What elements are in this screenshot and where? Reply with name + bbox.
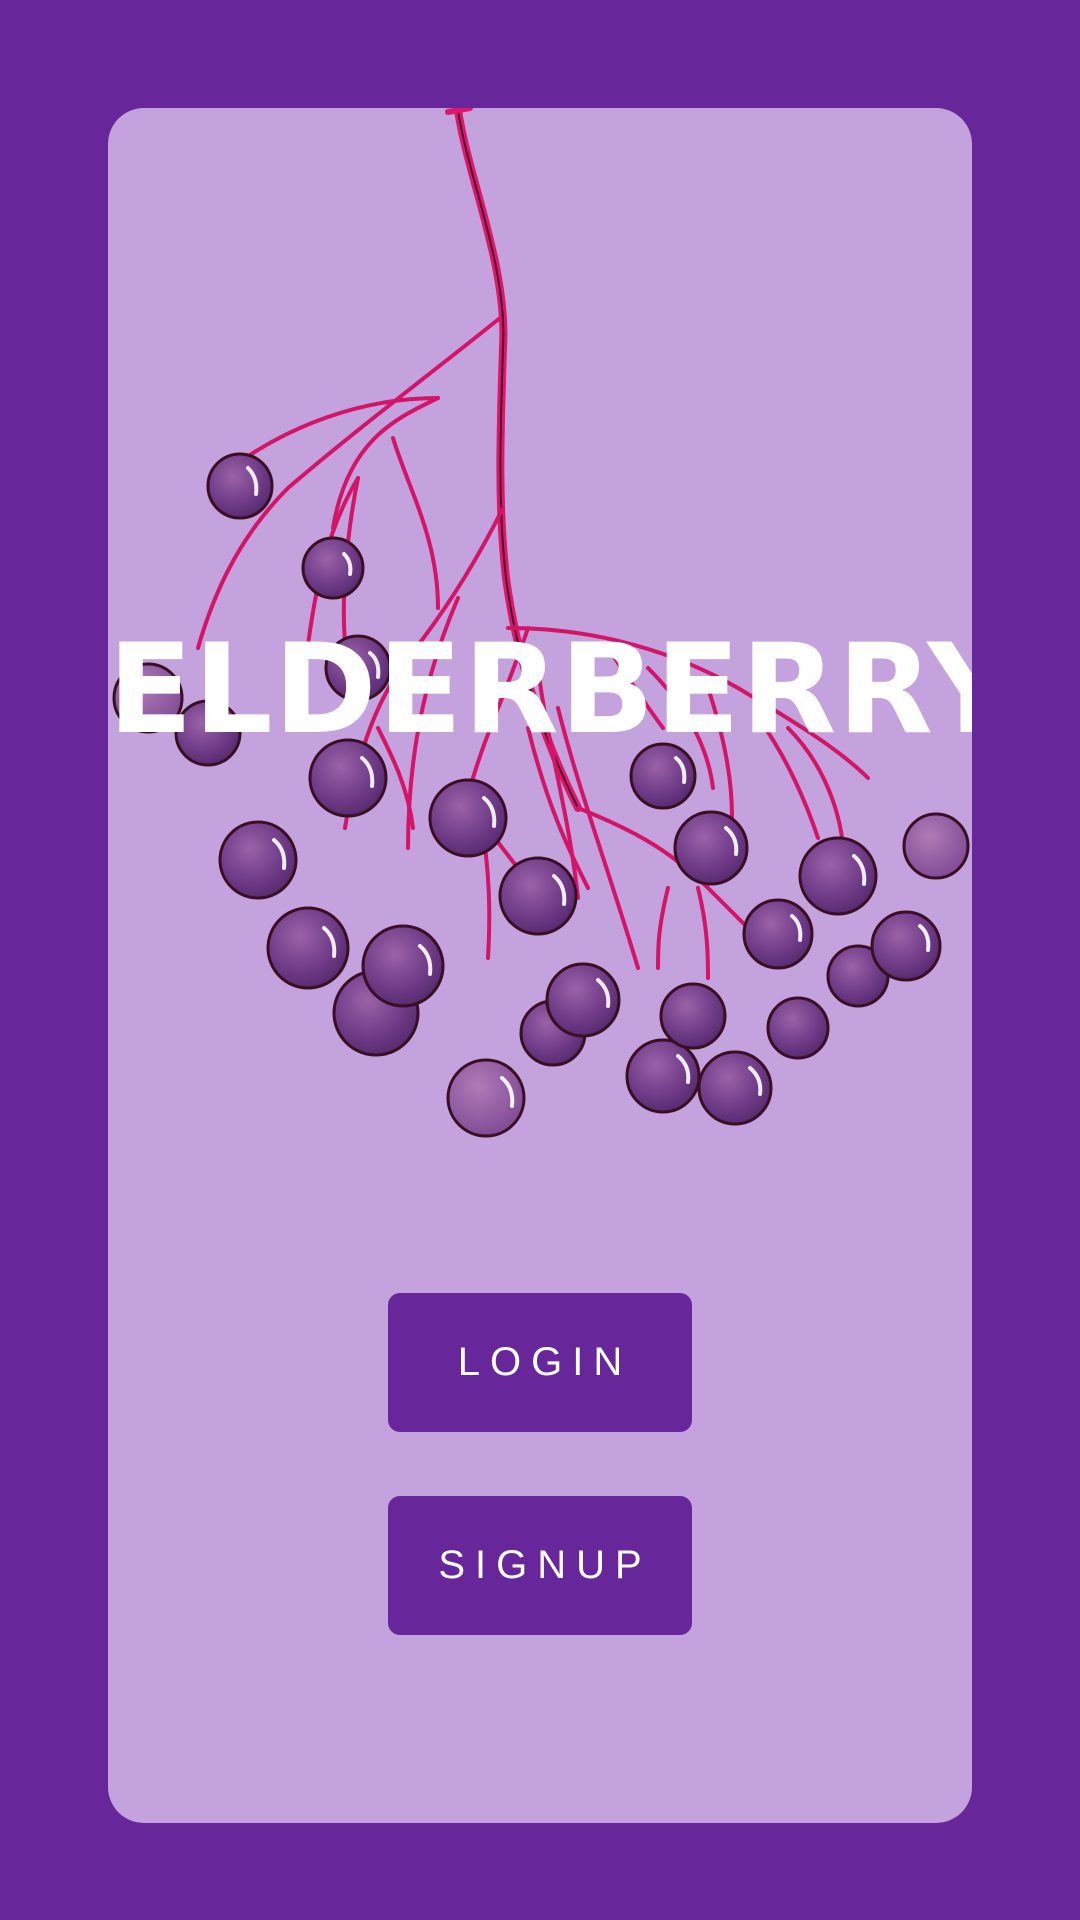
welcome-card: ELDERBERRY LOGIN SIGNUP	[108, 108, 972, 1823]
app-title: ELDERBERRY	[108, 618, 972, 762]
signup-button[interactable]: SIGNUP	[388, 1496, 692, 1635]
login-button[interactable]: LOGIN	[388, 1293, 692, 1432]
